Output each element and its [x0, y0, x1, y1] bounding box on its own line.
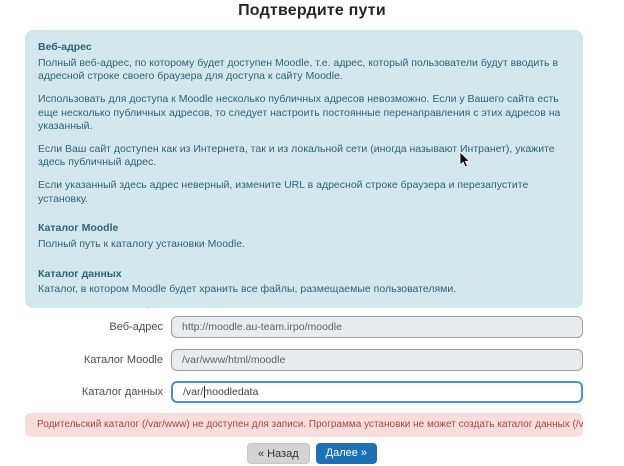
web-address-input-wrap [171, 316, 583, 338]
info-paragraph: Если Ваш сайт доступен как из Интернета,… [38, 143, 570, 170]
info-paragraph: Каталог, в котором Moodle будет хранить … [38, 283, 570, 297]
info-heading-web-address: Веб-адрес [38, 41, 570, 55]
moodle-dir-input-wrap [171, 349, 583, 371]
back-button[interactable]: « Назад [247, 443, 310, 464]
moodle-dir-row: Каталог Moodle [0, 349, 624, 371]
error-alert: Родительский каталог (/var/www) не досту… [25, 413, 583, 437]
data-dir-label: Каталог данных [0, 386, 163, 398]
info-section-moodle-dir: Каталог Moodle Полный путь к каталогу ус… [38, 222, 570, 251]
text-caret [204, 386, 205, 398]
info-paragraph: Полный путь к каталогу установки Moodle. [38, 238, 570, 252]
page-title: Подтвердите пути [0, 2, 624, 20]
next-button[interactable]: Далее » [316, 443, 377, 464]
web-address-label: Веб-адрес [0, 321, 163, 333]
data-dir-input[interactable] [171, 381, 583, 403]
info-paragraph: Этот каталог должен быть доступен для чт… [38, 306, 570, 308]
info-paragraph: Полный веб-адрес, по которому будет дост… [38, 57, 570, 84]
moodle-installer-page: Подтвердите пути Веб-адрес Полный веб-ад… [0, 0, 624, 466]
moodle-dir-label: Каталог Moodle [0, 354, 163, 366]
web-address-row: Веб-адрес [0, 316, 624, 338]
info-paragraph: Если указанный здесь адрес неверный, изм… [38, 179, 570, 206]
info-paragraph: Использовать для доступа к Moodle нескол… [38, 93, 570, 134]
wizard-button-row: « Назад Далее » [0, 443, 624, 464]
data-dir-row: Каталог данных [0, 381, 624, 403]
data-dir-input-wrap [171, 381, 583, 403]
info-heading-data-dir: Каталог данных [38, 268, 570, 282]
web-address-input[interactable] [171, 316, 583, 338]
info-heading-moodle-dir: Каталог Moodle [38, 222, 570, 236]
info-section-data-dir: Каталог данных Каталог, в котором Moodle… [38, 268, 570, 308]
info-section-web-address: Веб-адрес Полный веб-адрес, по которому … [38, 41, 570, 206]
moodle-dir-input[interactable] [171, 349, 583, 371]
paths-info-box: Веб-адрес Полный веб-адрес, по которому … [25, 30, 583, 308]
